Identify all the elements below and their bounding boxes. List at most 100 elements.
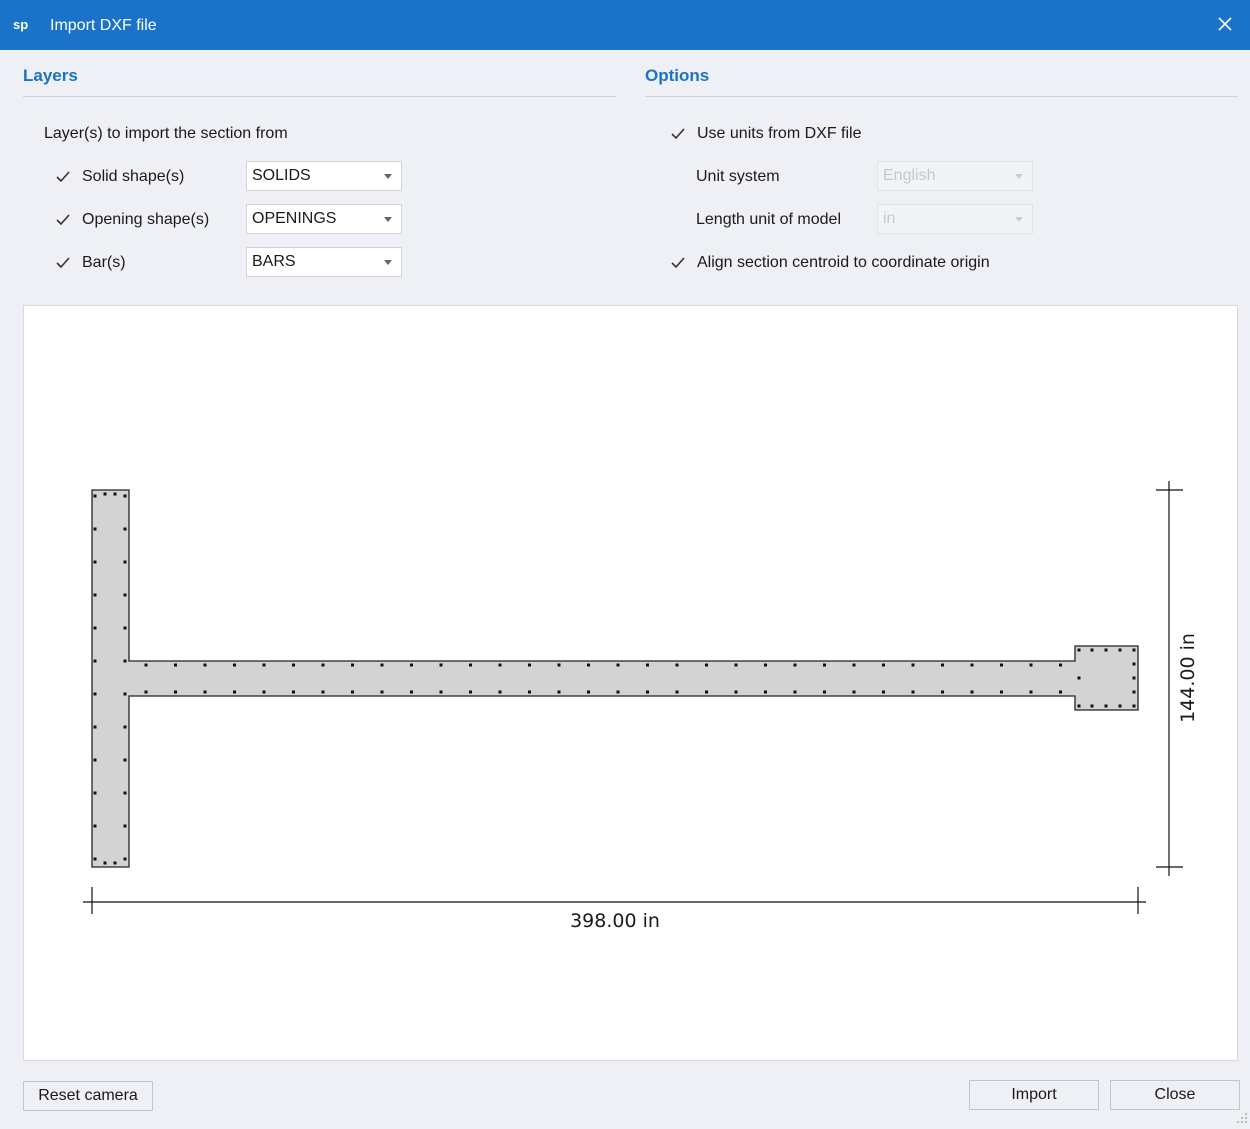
rebar-dot: [528, 663, 531, 667]
rebar-dot: [93, 593, 97, 597]
options-divider: [645, 96, 1238, 97]
section-preview-canvas[interactable]: 398.00 in 144.00 in: [23, 305, 1238, 1061]
unit-system-value: English: [883, 167, 936, 184]
section-drawing: 398.00 in 144.00 in: [83, 481, 1199, 932]
rebar-dot: [1132, 690, 1136, 694]
use-units-checkbox[interactable]: [669, 125, 687, 143]
rebar-dot: [646, 690, 649, 694]
rebar-dot: [498, 663, 502, 667]
bars-dropdown[interactable]: BARS: [246, 247, 402, 277]
rebar-dot: [764, 690, 767, 694]
rebar-dot: [93, 659, 97, 663]
rebar-dot: [852, 663, 856, 667]
rebar-dot: [203, 690, 207, 694]
rebar-dot: [123, 626, 127, 630]
rebar-dot: [123, 527, 127, 531]
import-button[interactable]: Import: [969, 1080, 1099, 1110]
rebar-dot: [233, 663, 236, 667]
rebar-dot: [321, 663, 325, 667]
rebar-dot: [410, 690, 413, 694]
section-shape: [91, 489, 1139, 868]
solid-shape-checkbox[interactable]: [54, 168, 72, 186]
rebar-dot: [823, 690, 826, 694]
height-dimension-label: 144.00 in: [1177, 633, 1199, 723]
rebar-dot: [705, 690, 708, 694]
app-logo-icon: sp: [13, 17, 29, 32]
chevron-down-icon: [384, 260, 392, 265]
close-button[interactable]: Close: [1110, 1080, 1240, 1110]
rebar-dot: [123, 824, 127, 828]
rebar-dot: [174, 690, 177, 694]
rebar-dot: [734, 690, 738, 694]
rebar-dot: [528, 690, 531, 694]
rebar-dot: [764, 663, 767, 667]
rebar-dot: [410, 663, 413, 667]
opening-shape-checkbox[interactable]: [54, 211, 72, 229]
rebar-dot: [793, 690, 797, 694]
rebar-dot: [123, 659, 127, 663]
rebar-dot: [587, 690, 590, 694]
rebar-dot: [1059, 690, 1062, 694]
align-centroid-checkbox[interactable]: [669, 254, 687, 272]
rebar-dot: [93, 626, 97, 630]
rebar-dot: [203, 663, 207, 667]
bars-checkbox[interactable]: [54, 254, 72, 272]
length-unit-dropdown[interactable]: in: [877, 204, 1033, 234]
rebar-dot: [103, 492, 107, 496]
rebar-dot: [1000, 690, 1003, 694]
rebar-dot: [123, 692, 127, 696]
rebar-dot: [557, 690, 561, 694]
rebar-dot: [1104, 648, 1108, 652]
rebar-dot: [941, 663, 944, 667]
close-icon[interactable]: [1212, 11, 1238, 37]
bars-value: BARS: [252, 253, 296, 270]
rebar-dot: [646, 663, 649, 667]
rebar-dot: [351, 690, 354, 694]
rebar-dot: [1132, 676, 1136, 680]
rebar-dot: [174, 663, 177, 667]
rebar-dot: [380, 663, 384, 667]
reset-camera-button[interactable]: Reset camera: [23, 1081, 153, 1111]
length-unit-value: in: [883, 210, 896, 227]
rebar-dot: [616, 690, 620, 694]
chevron-down-icon: [384, 217, 392, 222]
rebar-dot: [970, 663, 974, 667]
bars-label: Bar(s): [82, 254, 126, 271]
rebar-dot: [262, 663, 266, 667]
rebar-dot: [123, 791, 127, 795]
rebar-dot: [113, 861, 117, 865]
rebar-dot: [882, 690, 885, 694]
rebar-dot: [882, 663, 885, 667]
length-unit-label: Length unit of model: [696, 211, 841, 228]
rebar-dot: [439, 690, 443, 694]
rebar-dot: [852, 690, 856, 694]
rebar-dot: [144, 690, 148, 694]
unit-system-label: Unit system: [696, 168, 780, 185]
unit-system-dropdown[interactable]: English: [877, 161, 1033, 191]
rebar-dot: [1104, 704, 1108, 708]
rebar-dot: [93, 527, 97, 531]
opening-shape-dropdown[interactable]: OPENINGS: [246, 204, 402, 234]
rebar-dot: [1029, 663, 1033, 667]
rebar-dot: [380, 690, 384, 694]
rebar-dot: [469, 663, 472, 667]
chevron-down-icon: [1015, 174, 1023, 179]
rebar-dot: [1029, 690, 1033, 694]
width-dimension-label: 398.00 in: [570, 910, 660, 932]
rebar-dot: [469, 690, 472, 694]
rebar-dot: [93, 824, 97, 828]
layers-divider: [23, 96, 616, 97]
rebar-dot: [113, 492, 117, 496]
rebar-dot: [1132, 704, 1136, 708]
rebar-dot: [793, 663, 797, 667]
rebar-dot: [103, 861, 107, 865]
use-units-label: Use units from DXF file: [697, 125, 862, 142]
resize-grip-icon[interactable]: [1236, 1111, 1248, 1123]
layers-heading: Layers: [23, 66, 78, 85]
solid-shape-value: SOLIDS: [252, 167, 311, 184]
rebar-dot: [1059, 663, 1062, 667]
solid-shape-dropdown[interactable]: SOLIDS: [246, 161, 402, 191]
rebar-dot: [1118, 648, 1122, 652]
rebar-dot: [123, 857, 127, 861]
rebar-dot: [321, 690, 325, 694]
